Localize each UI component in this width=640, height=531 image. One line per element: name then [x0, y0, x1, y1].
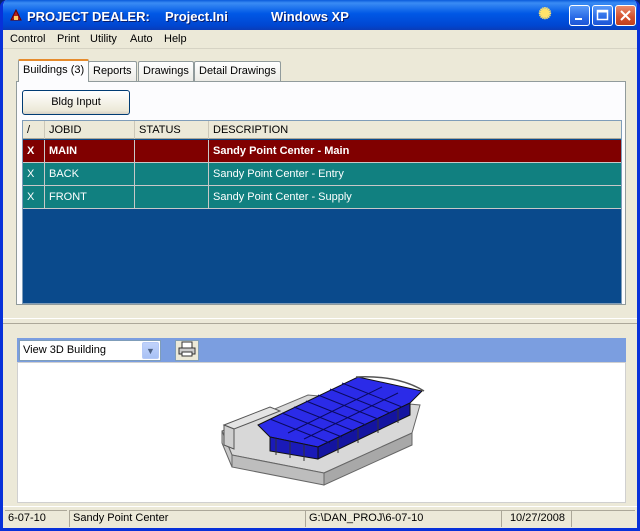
title-bar[interactable]: PROJECT DEALER: Project.Ini Windows XP ✺: [3, 0, 637, 30]
project-file-title: Project.Ini: [165, 9, 228, 24]
menu-auto[interactable]: Auto: [130, 33, 153, 45]
maximize-button[interactable]: [592, 5, 613, 26]
row-jobid[interactable]: FRONT: [45, 186, 135, 209]
col-header-description[interactable]: DESCRIPTION: [209, 121, 621, 139]
chevron-down-icon[interactable]: ▼: [142, 342, 159, 359]
view-mode-value: View 3D Building: [23, 344, 106, 356]
menu-control[interactable]: Control: [10, 33, 45, 45]
tab-drawings[interactable]: Drawings: [138, 61, 194, 81]
menu-bar: Control Print Utility Auto Help: [3, 30, 637, 49]
status-project-name: Sandy Point Center: [69, 510, 305, 527]
print-button[interactable]: [175, 340, 199, 361]
app-title: PROJECT DEALER:: [27, 9, 150, 24]
grid-header: / JOBID STATUS DESCRIPTION: [23, 121, 621, 139]
row-status[interactable]: [135, 186, 209, 209]
table-row[interactable]: X FRONT Sandy Point Center - Supply: [23, 186, 621, 209]
col-header-jobid[interactable]: JOBID: [45, 121, 135, 139]
pane-splitter[interactable]: [3, 318, 637, 324]
tab-detail-drawings[interactable]: Detail Drawings: [194, 61, 282, 81]
row-mark[interactable]: X: [23, 163, 45, 186]
app-icon: [10, 8, 22, 21]
view-mode-select[interactable]: View 3D Building ▼: [19, 340, 161, 361]
buildings-grid: / JOBID STATUS DESCRIPTION X MAIN Sandy …: [22, 120, 622, 304]
tab-reports[interactable]: Reports: [88, 61, 137, 81]
os-label: Windows XP: [271, 9, 349, 24]
row-jobid[interactable]: MAIN: [45, 140, 135, 163]
col-header-mark[interactable]: /: [23, 121, 45, 139]
maximize-icon: [596, 9, 609, 21]
status-path: G:\DAN_PROJ\6-07-10: [305, 510, 501, 527]
row-status[interactable]: [135, 163, 209, 186]
status-bar: 6-07-10 Sandy Point Center G:\DAN_PROJ\6…: [3, 506, 637, 528]
status-extra-panel: [571, 510, 635, 527]
row-mark[interactable]: X: [23, 140, 45, 163]
row-description[interactable]: Sandy Point Center - Main: [209, 140, 621, 163]
lightbulb-icon[interactable]: ✺: [534, 5, 556, 25]
buildings-panel: Bldg Input / JOBID STATUS DESCRIPTION X …: [16, 81, 626, 305]
minimize-button[interactable]: [569, 5, 590, 26]
row-status[interactable]: [135, 140, 209, 163]
menu-print[interactable]: Print: [57, 33, 80, 45]
tab-buildings[interactable]: Buildings (3): [18, 59, 90, 82]
row-description[interactable]: Sandy Point Center - Supply: [209, 186, 621, 209]
row-jobid[interactable]: BACK: [45, 163, 135, 186]
app-window: PROJECT DEALER: Project.Ini Windows XP ✺…: [0, 0, 640, 531]
tab-control: Buildings (3) Reports Drawings Detail Dr…: [16, 59, 626, 305]
bldg-input-button[interactable]: Bldg Input: [22, 90, 130, 115]
building-3d-view[interactable]: [17, 362, 626, 503]
table-row[interactable]: X MAIN Sandy Point Center - Main: [23, 140, 621, 163]
printer-icon: [178, 341, 196, 357]
minimize-icon: [575, 18, 582, 20]
status-job-number: 6-07-10: [5, 510, 67, 527]
status-date: 10/27/2008: [501, 510, 571, 527]
close-button[interactable]: [615, 5, 636, 26]
row-description[interactable]: Sandy Point Center - Entry: [209, 163, 621, 186]
col-header-status[interactable]: STATUS: [135, 121, 209, 139]
viewer-toolbar: View 3D Building ▼: [17, 338, 626, 362]
close-icon: [620, 10, 631, 21]
menu-help[interactable]: Help: [164, 33, 187, 45]
table-row[interactable]: X BACK Sandy Point Center - Entry: [23, 163, 621, 186]
row-mark[interactable]: X: [23, 186, 45, 209]
building-3d-model: [221, 376, 425, 486]
menu-utility[interactable]: Utility: [90, 33, 117, 45]
